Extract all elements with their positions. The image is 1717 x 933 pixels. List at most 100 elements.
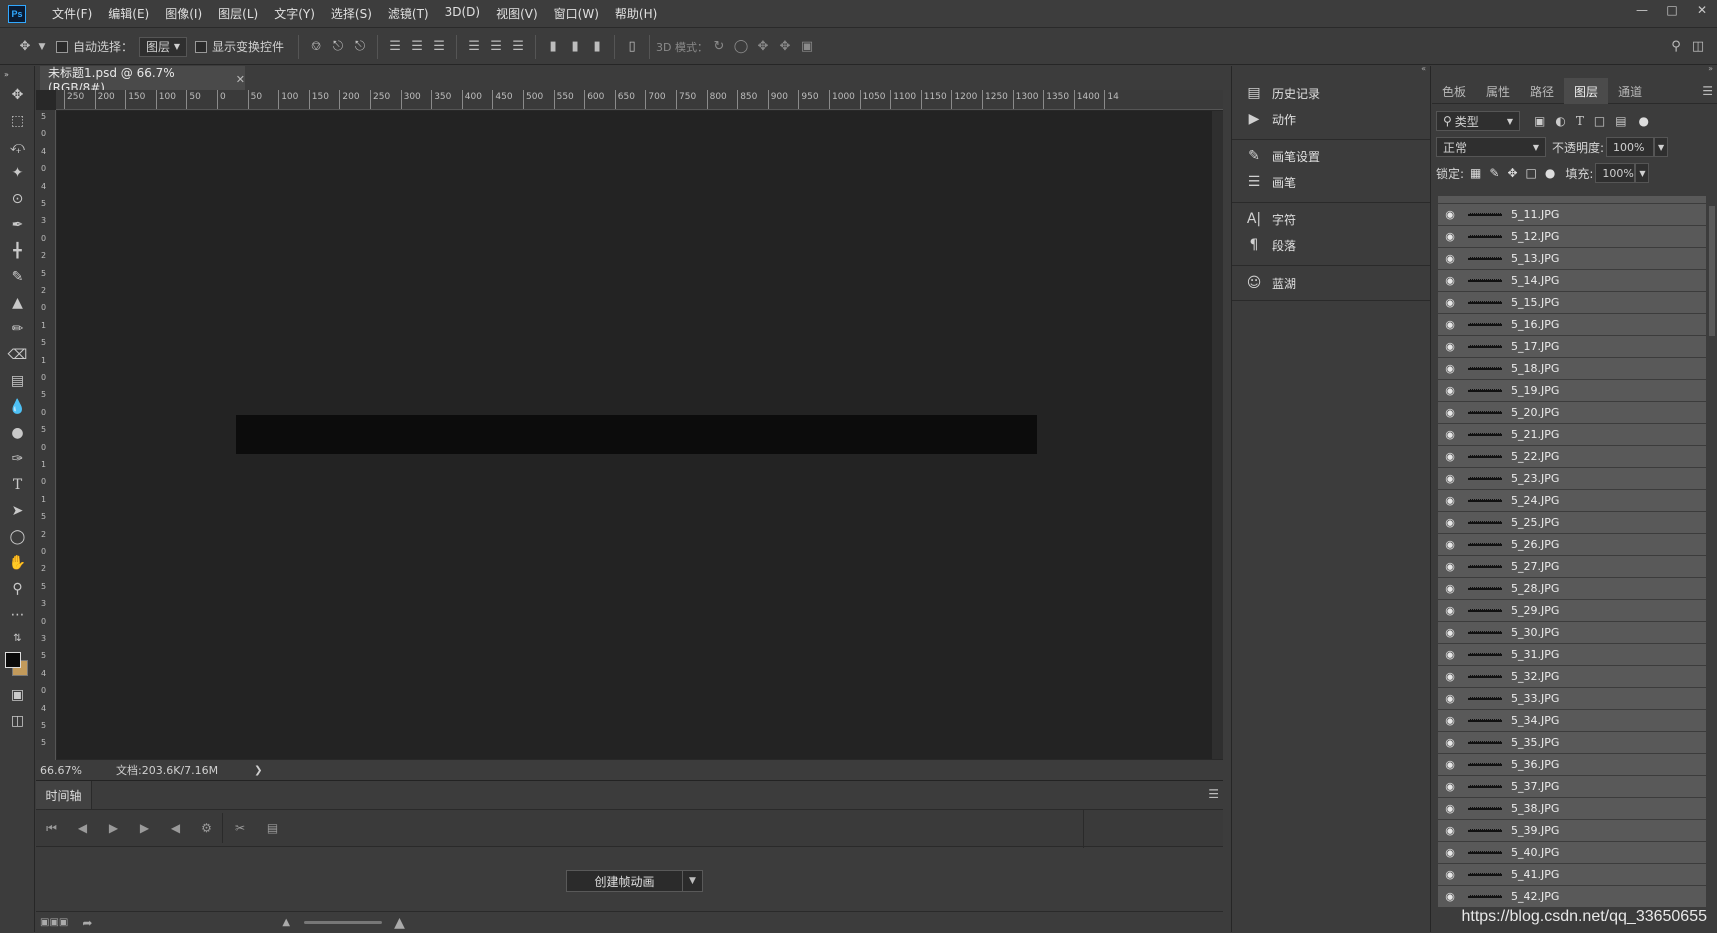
panel-actions[interactable]: ▶动作 [1244,108,1296,130]
layer-row[interactable]: ◉5_36.JPG [1438,754,1706,776]
visibility-eye-icon[interactable]: ◉ [1438,560,1462,573]
filter-shape-icon[interactable]: □ [1594,114,1605,128]
maximize-icon[interactable]: □ [1657,0,1687,20]
scrollbar-thumb[interactable] [1709,206,1715,336]
layer-row[interactable]: ◉5_25.JPG [1438,512,1706,534]
eyedropper-icon[interactable]: ✒ [0,212,35,238]
canvas-layer-content[interactable] [236,415,1037,454]
panel-menu-icon[interactable]: ☰ [1208,787,1219,801]
visibility-eye-icon[interactable]: ◉ [1438,736,1462,749]
blur-tool-icon[interactable]: 💧 [0,394,35,420]
first-frame-icon[interactable]: ⏮ [36,813,67,843]
3d-camera-icon[interactable]: ▣ [796,36,818,58]
collapse-icon[interactable]: » [0,66,35,82]
visibility-eye-icon[interactable]: ◉ [1438,868,1462,881]
layer-row[interactable]: ◉5_15.JPG [1438,292,1706,314]
visibility-eye-icon[interactable]: ◉ [1438,428,1462,441]
create-frame-animation-button[interactable]: 创建帧动画 [566,870,683,892]
visibility-eye-icon[interactable]: ◉ [1438,384,1462,397]
layer-list-scrollbar[interactable] [1707,196,1717,911]
panel-history[interactable]: ▤历史记录 [1244,82,1320,104]
transition-icon[interactable]: ▤ [257,813,288,843]
layer-row[interactable]: ◉5_26.JPG [1438,534,1706,556]
menu-item[interactable]: 图层(L) [210,5,266,22]
visibility-eye-icon[interactable]: ◉ [1438,516,1462,529]
lock-image-icon[interactable]: ✎ [1489,166,1499,180]
layer-row[interactable]: ◉5_11.JPG [1438,204,1706,226]
filter-smartobject-icon[interactable]: ▤ [1615,114,1626,128]
type-tool-icon[interactable]: T [0,472,35,498]
lock-transparent-icon[interactable]: ▦ [1470,166,1481,180]
timeline-zoom-slider[interactable] [304,921,382,924]
layer-row[interactable]: ◉5_39.JPG [1438,820,1706,842]
brush-tool-icon[interactable]: ✎ [0,264,35,290]
zoom-tool-icon[interactable]: ⚲ [0,576,35,602]
chevron-down-icon[interactable]: ▼ [36,36,48,58]
menu-item[interactable]: 编辑(E) [100,5,157,22]
lock-position-icon[interactable]: ✥ [1507,166,1517,180]
visibility-eye-icon[interactable]: ◉ [1438,406,1462,419]
filter-type-icon[interactable]: T [1576,114,1584,128]
ellipse-tool-icon[interactable]: ◯ [0,524,35,550]
distribute-left-icon[interactable]: ▮ [542,36,564,58]
layer-row[interactable]: ◉5_31.JPG [1438,644,1706,666]
layer-row[interactable]: ◉5_23.JPG [1438,468,1706,490]
menu-item[interactable]: 3D(D) [437,5,488,22]
menu-item[interactable]: 选择(S) [323,5,380,22]
visibility-eye-icon[interactable]: ◉ [1438,648,1462,661]
lasso-tool-icon[interactable]: ⤽ [0,134,35,160]
frame-mode-icon[interactable]: ▣▣▣ [40,917,68,928]
distribute-right-icon[interactable]: ▮ [586,36,608,58]
lock-all-icon[interactable]: ● [1545,166,1555,180]
foreground-color-swatch[interactable] [5,652,21,668]
chevron-right-icon[interactable]: ❯ [254,765,262,776]
more-tools-icon[interactable]: ⋯ [0,602,35,628]
distribute-top-icon[interactable]: ☰ [463,36,485,58]
visibility-eye-icon[interactable]: ◉ [1438,472,1462,485]
layer-row[interactable]: ◉5_40.JPG [1438,842,1706,864]
quick-mask-icon[interactable]: ▣ [0,682,35,708]
show-transform-checkbox[interactable] [195,41,207,53]
align-hcenter-icon[interactable]: ☰ [406,36,428,58]
next-frame-icon[interactable]: ▶ [129,813,160,843]
document-tab[interactable]: 未标题1.psd @ 66.7%(RGB/8#) ✕ [40,66,245,90]
layer-row[interactable]: ◉5_22.JPG [1438,446,1706,468]
tab-layers[interactable]: 图层 [1564,78,1608,104]
align-top-icon[interactable]: ⎊ [305,36,327,58]
menu-item[interactable]: 图像(I) [157,5,210,22]
layer-row[interactable]: ◉5_28.JPG [1438,578,1706,600]
visibility-eye-icon[interactable]: ◉ [1438,208,1462,221]
healing-brush-icon[interactable]: ╋ [0,238,35,264]
convert-icon[interactable]: ➦ [82,916,92,930]
layer-row[interactable]: ◉5_38.JPG [1438,798,1706,820]
close-icon[interactable]: ✕ [1687,0,1717,20]
layer-row[interactable]: ◉5_12.JPG [1438,226,1706,248]
visibility-eye-icon[interactable]: ◉ [1438,846,1462,859]
menu-item[interactable]: 滤镜(T) [380,5,437,22]
align-left-icon[interactable]: ☰ [384,36,406,58]
visibility-eye-icon[interactable]: ◉ [1438,670,1462,683]
layer-row[interactable]: ◉5_18.JPG [1438,358,1706,380]
visibility-eye-icon[interactable]: ◉ [1438,714,1462,727]
opacity-input[interactable]: 100% [1606,137,1654,157]
menu-item[interactable]: 窗口(W) [546,5,607,22]
3d-slide-icon[interactable]: ✥ [774,36,796,58]
prev-frame-icon[interactable]: ◀ [67,813,98,843]
layer-row-partial[interactable] [1438,196,1706,204]
swap-colors-icon[interactable]: ⇅ [0,628,35,648]
search-icon[interactable]: ⚲ [1665,36,1687,58]
eraser-icon[interactable]: ⌫ [0,342,35,368]
close-tab-icon[interactable]: ✕ [236,73,245,86]
collapse-icon[interactable]: « [1421,64,1426,73]
move-tool-icon[interactable]: ✥ [14,36,36,58]
tab-swatches[interactable]: 色板 [1432,78,1476,104]
distribute-hcenter-icon[interactable]: ▮ [564,36,586,58]
fill-input[interactable]: 100% [1595,163,1635,183]
align-vcenter-icon[interactable]: ⎋ [327,36,349,58]
zoom-level[interactable]: 66.67% [36,764,108,777]
audio-icon[interactable]: ◀ [160,813,191,843]
auto-align-icon[interactable]: ▯ [621,36,643,58]
layer-row[interactable]: ◉5_29.JPG [1438,600,1706,622]
expand-icon[interactable]: » [1708,64,1713,73]
chevron-down-icon[interactable]: ▼ [683,870,703,892]
